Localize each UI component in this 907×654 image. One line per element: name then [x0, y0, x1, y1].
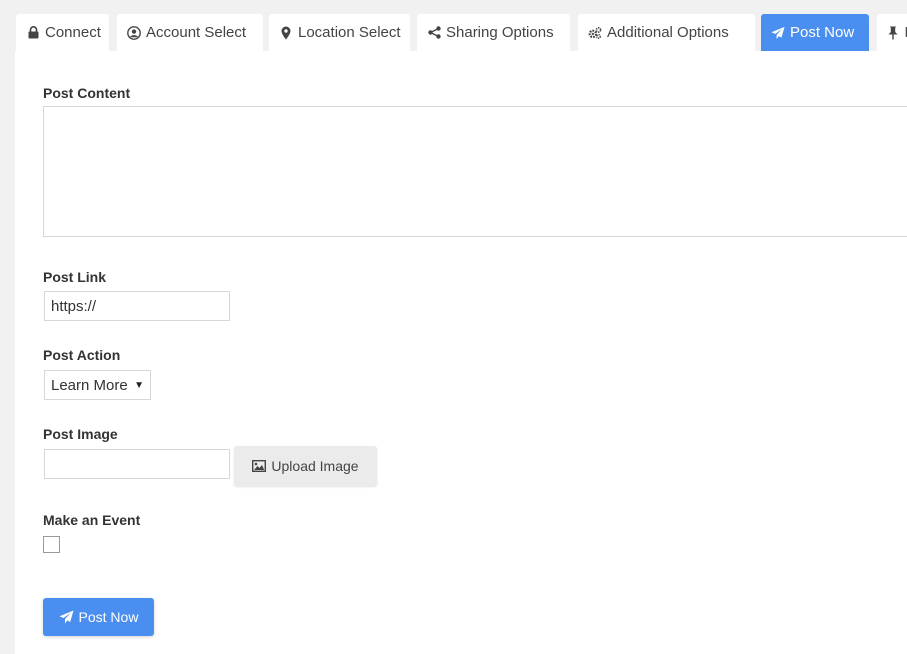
- post-content-textarea[interactable]: [43, 106, 907, 237]
- tab-label: Additional Options: [607, 24, 729, 41]
- map-marker-icon: [279, 26, 293, 40]
- post-action-label: Post Action: [43, 347, 121, 363]
- gears-icon: [588, 26, 602, 40]
- user-circle-icon: [127, 25, 141, 40]
- tab-label: Post Now: [790, 24, 855, 41]
- lock-icon: [26, 26, 40, 40]
- page: Connect Account Select Location Select S…: [0, 0, 907, 654]
- tab-label: Connect: [45, 24, 101, 41]
- post-link-input[interactable]: https://: [44, 291, 230, 321]
- tab-account-select[interactable]: Account Select: [117, 14, 263, 51]
- post-action-select[interactable]: Learn More ▼: [44, 370, 151, 400]
- tab-more[interactable]: M: [877, 14, 907, 51]
- caret-down-icon: ▼: [134, 380, 144, 391]
- tab-connect[interactable]: Connect: [16, 14, 109, 51]
- pin-icon: [887, 26, 900, 40]
- image-icon: [252, 460, 267, 472]
- post-now-label: Post Now: [78, 609, 139, 625]
- post-content-label: Post Content: [43, 85, 131, 101]
- upload-image-button[interactable]: Upload Image: [234, 446, 377, 486]
- upload-image-label: Upload Image: [271, 458, 359, 474]
- post-link-value: https://: [51, 297, 97, 315]
- post-now-panel: Post Content Post Link https:// Post Act…: [15, 51, 907, 654]
- paper-plane-icon: [771, 26, 785, 40]
- tab-additional-options[interactable]: Additional Options: [578, 14, 755, 51]
- post-action-value: Learn More: [51, 376, 128, 394]
- post-now-button[interactable]: Post Now: [43, 598, 154, 636]
- tab-post-now[interactable]: Post Now: [761, 14, 869, 51]
- tab-label: Account Select: [146, 24, 247, 41]
- make-event-checkbox[interactable]: [43, 536, 60, 553]
- tab-location-select[interactable]: Location Select: [269, 14, 410, 51]
- tab-label: Location Select: [298, 24, 401, 41]
- paper-plane-icon: [59, 610, 74, 624]
- tab-label: Sharing Options: [446, 24, 554, 41]
- post-link-label: Post Link: [43, 269, 107, 285]
- share-icon: [427, 26, 441, 40]
- tab-sharing-options[interactable]: Sharing Options: [417, 14, 570, 51]
- make-event-label: Make an Event: [43, 512, 141, 528]
- post-image-input[interactable]: [44, 449, 230, 479]
- post-image-label: Post Image: [43, 426, 118, 442]
